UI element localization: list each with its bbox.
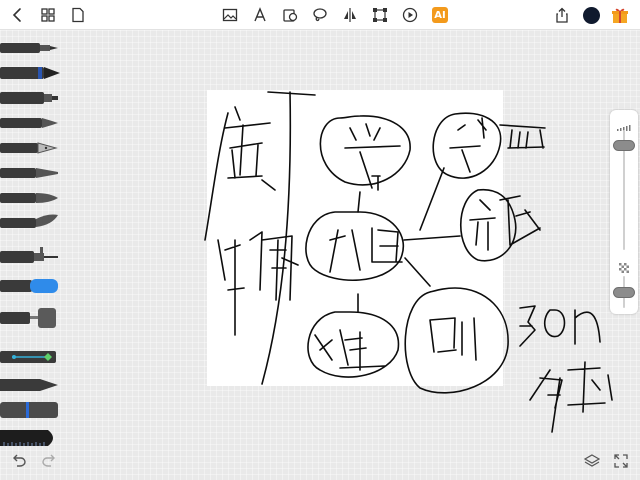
image-icon[interactable]	[220, 5, 240, 25]
brush-flat[interactable]	[0, 213, 62, 233]
brush-ruler-pen[interactable]	[0, 400, 62, 420]
transform-icon[interactable]	[370, 5, 390, 25]
flip-icon[interactable]	[340, 5, 360, 25]
brush-eraser[interactable]	[0, 276, 62, 296]
top-toolbar: AI	[0, 0, 640, 30]
signal-size-icon	[617, 118, 631, 131]
brush-fineliner[interactable]	[0, 113, 62, 133]
document-icon[interactable]	[68, 5, 88, 25]
text-icon[interactable]	[250, 5, 270, 25]
brush-ruler[interactable]	[0, 428, 62, 448]
play-icon[interactable]	[400, 5, 420, 25]
brush-technical-pen[interactable]	[0, 63, 62, 83]
grid-icon[interactable]	[38, 5, 58, 25]
shape-icon[interactable]	[280, 5, 300, 25]
redo-icon[interactable]	[40, 452, 58, 470]
gift-icon[interactable]	[611, 6, 629, 24]
undo-icon[interactable]	[10, 452, 28, 470]
brush-airbrush[interactable]	[0, 247, 62, 267]
share-icon[interactable]	[552, 5, 572, 25]
ai-icon[interactable]: AI	[432, 7, 448, 23]
brush-ink[interactable]	[0, 188, 62, 208]
brush-pencil[interactable]	[0, 38, 62, 58]
brush-fountain-pen[interactable]	[0, 138, 62, 158]
brush-calligraphy[interactable]	[0, 163, 62, 183]
lasso-icon[interactable]	[310, 5, 330, 25]
brush-marker[interactable]	[0, 88, 62, 108]
opacity-checker-icon	[619, 260, 629, 273]
fullscreen-icon[interactable]	[612, 452, 630, 470]
color-swatch[interactable]	[583, 7, 600, 24]
ai-label: AI	[434, 9, 446, 21]
brush-paint-roller[interactable]	[0, 308, 62, 328]
brush-smudge[interactable]	[0, 375, 62, 395]
back-icon[interactable]	[8, 5, 28, 25]
drawing-canvas[interactable]	[207, 90, 503, 386]
layers-icon[interactable]	[583, 452, 601, 470]
brush-blend[interactable]	[0, 347, 62, 367]
brush-dock	[0, 36, 62, 450]
size-slider-thumb[interactable]	[613, 140, 635, 151]
opacity-slider-thumb[interactable]	[613, 287, 635, 298]
brush-slider-panel	[610, 110, 638, 314]
